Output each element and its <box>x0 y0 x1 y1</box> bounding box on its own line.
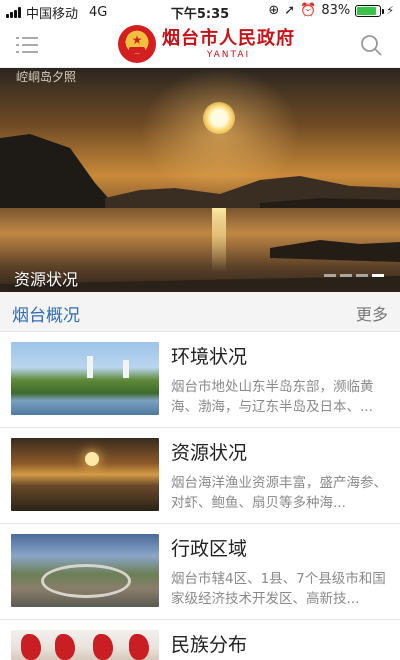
carousel-dot[interactable] <box>324 274 336 277</box>
charging-icon: ⚡ <box>386 4 394 17</box>
list-item[interactable]: 民族分布 <box>0 620 400 660</box>
item-description: 烟台海洋渔业资源丰富，盛产海参、对虾、鲍鱼、扇贝等多种海... <box>171 475 387 511</box>
thumbnail-image <box>11 534 159 607</box>
menu-icon[interactable] <box>16 35 38 55</box>
banner-caption: 资源状况 <box>14 270 79 289</box>
banner-photo-caption: 崆峒岛夕照 <box>16 70 77 84</box>
logo-subtitle: YANTAI <box>206 49 251 60</box>
section-title: 烟台概况 <box>12 306 80 326</box>
carousel-dot[interactable] <box>340 274 352 277</box>
carousel-dot[interactable] <box>372 274 384 277</box>
item-description: 烟台市辖4区、1县、7个县级市和国家级经济技术开发区、高新技... <box>171 571 386 607</box>
site-logo[interactable]: 烟台市人民政府 YANTAI <box>118 25 295 63</box>
carousel-dot[interactable] <box>356 274 368 277</box>
lock-rotation-icon: ⊕ <box>268 3 280 18</box>
app-header: 烟台市人民政府 YANTAI <box>0 22 400 68</box>
list-item[interactable]: 环境状况 烟台市地处山东半岛东部，濒临黄海、渤海，与辽东半岛及日本、... <box>0 332 400 428</box>
status-bar: 中国移动 4G 下午5:35 ⊕ ➚ ⏰ 83% ⚡ <box>0 0 400 22</box>
thumbnail-image <box>11 342 159 415</box>
list-item[interactable]: 行政区域 烟台市辖4区、1县、7个县级市和国家级经济技术开发区、高新技... <box>0 524 400 620</box>
logo-text: 烟台市人民政府 YANTAI <box>162 28 295 61</box>
item-title: 民族分布 <box>171 634 248 656</box>
logo-title: 烟台市人民政府 <box>162 27 295 49</box>
national-emblem-icon <box>118 25 156 63</box>
banner-carousel[interactable]: 崆峒岛夕照 资源状况 <box>0 68 400 292</box>
section-header: 烟台概况 更多 <box>0 292 400 332</box>
item-title: 行政区域 <box>171 538 248 560</box>
thumbnail-image <box>11 630 159 660</box>
island-silhouette <box>0 134 400 212</box>
item-title: 环境状况 <box>171 346 248 368</box>
carousel-indicator[interactable] <box>324 274 384 277</box>
list-item[interactable]: 资源状况 烟台海洋渔业资源丰富，盛产海参、对虾、鲍鱼、扇贝等多种海... <box>0 428 400 524</box>
alarm-icon: ⏰ <box>300 3 317 18</box>
item-description: 烟台市地处山东半岛东部，濒临黄海、渤海，与辽东半岛及日本、... <box>171 379 374 415</box>
battery-percent: 83% <box>321 3 351 18</box>
item-title: 资源状况 <box>171 442 248 464</box>
more-link[interactable]: 更多 <box>356 301 388 325</box>
search-icon[interactable] <box>360 34 382 56</box>
status-right: ⊕ ➚ ⏰ 83% ⚡ <box>268 3 394 18</box>
article-list: 环境状况 烟台市地处山东半岛东部，濒临黄海、渤海，与辽东半岛及日本、... 资源… <box>0 332 400 660</box>
battery-icon <box>355 4 385 17</box>
location-icon: ➚ <box>284 3 296 18</box>
thumbnail-image <box>11 438 159 511</box>
